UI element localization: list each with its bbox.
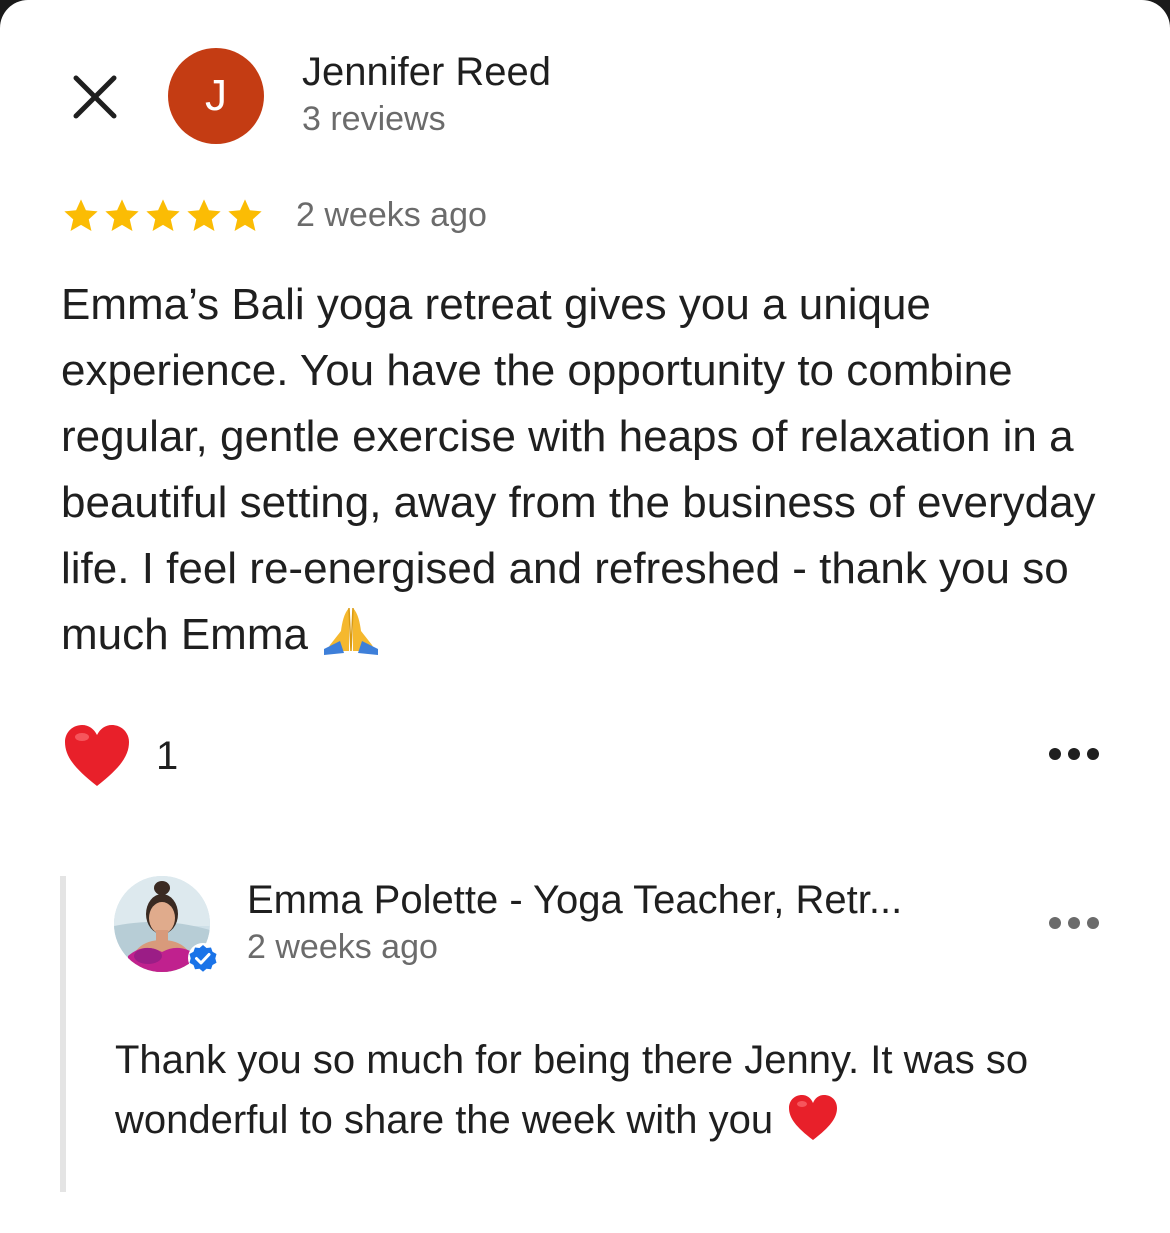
reviewer-avatar-letter: J bbox=[205, 71, 227, 120]
review-text: Emma’s Bali yoga retreat gives you a uni… bbox=[61, 272, 1121, 668]
like-count: 1 bbox=[156, 734, 179, 778]
star-icon bbox=[146, 199, 180, 232]
reply-body: Thank you so much for being there Jenny.… bbox=[115, 1038, 1029, 1142]
reply-text: Thank you so much for being there Jenny.… bbox=[115, 1030, 1115, 1150]
reply-divider bbox=[60, 876, 66, 1192]
reviewer-name[interactable]: Jennifer Reed bbox=[302, 50, 551, 95]
reviewer-review-count[interactable]: 3 reviews bbox=[302, 100, 446, 139]
review-sheet: J Jennifer Reed 3 reviews 2 weeks ago Em… bbox=[0, 0, 1170, 1233]
review-body: Emma’s Bali yoga retreat gives you a uni… bbox=[61, 280, 1096, 659]
star-icon bbox=[105, 199, 139, 232]
star-rating bbox=[62, 196, 264, 240]
close-button[interactable] bbox=[64, 66, 126, 128]
more-options-icon bbox=[1049, 748, 1099, 760]
review-time: 2 weeks ago bbox=[296, 196, 487, 234]
star-icon bbox=[64, 199, 98, 232]
red-heart-icon bbox=[65, 725, 129, 786]
review-more-options-button[interactable] bbox=[1048, 746, 1100, 762]
owner-name[interactable]: Emma Polette - Yoga Teacher, Retr... bbox=[247, 878, 902, 923]
star-icon bbox=[187, 199, 221, 232]
like-button[interactable] bbox=[62, 722, 132, 790]
star-icon bbox=[228, 199, 262, 232]
owner-avatar[interactable] bbox=[114, 876, 218, 974]
owner-avatar-image bbox=[114, 876, 218, 973]
red-heart-icon bbox=[789, 1095, 838, 1140]
folded-hands-icon bbox=[323, 607, 378, 655]
more-options-icon bbox=[1049, 917, 1099, 929]
close-icon bbox=[73, 75, 117, 119]
reviewer-avatar[interactable]: J bbox=[168, 48, 264, 144]
reply-more-options-button[interactable] bbox=[1048, 915, 1100, 931]
reply-time: 2 weeks ago bbox=[247, 928, 438, 966]
